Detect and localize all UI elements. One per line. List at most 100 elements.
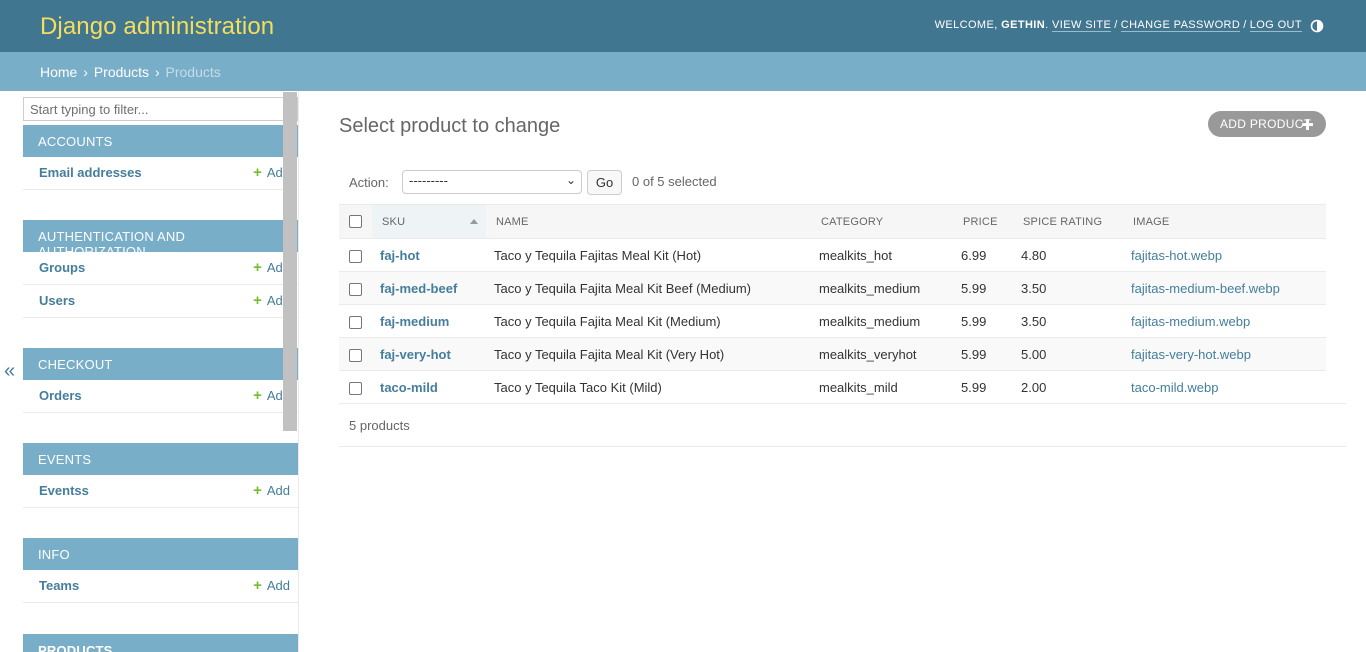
module-caption[interactable]: EVENTS <box>23 443 298 475</box>
image-link[interactable]: taco-mild.webp <box>1131 380 1218 395</box>
sidebar-item-users: Users + Add <box>23 285 298 318</box>
table-row: faj-med-beef Taco y Tequila Fajita Meal … <box>339 271 1326 305</box>
column-header-sku[interactable]: SKU <box>372 204 486 239</box>
sort-ascending-icon[interactable] <box>470 219 478 224</box>
row-checkbox[interactable] <box>349 348 362 362</box>
row-checkbox[interactable] <box>349 282 362 296</box>
add-team-link[interactable]: + Add <box>253 578 290 593</box>
column-header-name[interactable]: NAME <box>486 204 811 239</box>
nav-filter-input[interactable] <box>23 97 298 121</box>
plus-icon: + <box>253 577 262 594</box>
module-products: PRODUCTS <box>23 634 298 652</box>
cell-spice-rating: 3.50 <box>1013 304 1123 338</box>
cell-name: Taco y Tequila Fajita Meal Kit (Very Hot… <box>486 337 811 371</box>
breadcrumb-current: Products <box>165 64 221 80</box>
cell-category: mealkits_hot <box>811 238 953 272</box>
image-link[interactable]: fajitas-medium-beef.webp <box>1131 281 1280 296</box>
add-event-link[interactable]: + Add <box>253 483 290 498</box>
paginator: 5 products <box>339 403 1346 447</box>
row-checkbox[interactable] <box>349 381 362 395</box>
module-events: EVENTS Eventss + Add <box>23 443 298 508</box>
action-label: Action: <box>349 175 389 190</box>
module-authentication: AUTHENTICATION AND AUTHORIZATION Groups … <box>23 220 298 318</box>
row-checkbox[interactable] <box>349 315 362 329</box>
cell-name: Taco y Tequila Fajita Meal Kit (Medium) <box>486 304 811 338</box>
module-checkout: CHECKOUT Orders + Add <box>23 348 298 413</box>
plus-icon: + <box>253 292 262 309</box>
breadcrumb-app[interactable]: Products <box>94 64 149 80</box>
sidebar-item-orders: Orders + Add <box>23 380 298 413</box>
select-all-checkbox[interactable] <box>349 215 362 228</box>
select-all-column <box>339 204 372 239</box>
module-accounts: ACCOUNTS Email addresses + Add <box>23 125 298 190</box>
table-row: faj-hot Taco y Tequila Fajitas Meal Kit … <box>339 238 1326 272</box>
image-link[interactable]: fajitas-medium.webp <box>1131 314 1250 329</box>
nav-sidebar: ACCOUNTS Email addresses +Add AUTHENTICA… <box>22 91 299 652</box>
cell-spice-rating: 3.50 <box>1013 271 1123 305</box>
view-site-link[interactable]: VIEW SITE <box>1052 19 1112 32</box>
plus-icon: ✚ <box>1301 117 1314 134</box>
sku-link[interactable]: faj-very-hot <box>380 347 451 362</box>
breadcrumb-home[interactable]: Home <box>40 64 77 80</box>
module-info: INFO Teams + Add <box>23 538 298 603</box>
cell-name: Taco y Tequila Fajita Meal Kit Beef (Med… <box>486 271 811 305</box>
cell-category: mealkits_medium <box>811 304 953 338</box>
add-product-button[interactable]: ADD PRODUCT ✚ <box>1208 111 1326 137</box>
sidebar-scrollbar[interactable] <box>283 92 297 431</box>
model-link[interactable]: Eventss <box>39 483 89 498</box>
go-button[interactable]: Go <box>587 170 622 195</box>
sidebar-item-teams: Teams + Add <box>23 570 298 603</box>
action-select[interactable]: --------- ⌄ <box>402 170 582 194</box>
model-link[interactable]: Groups <box>39 260 85 275</box>
column-header-spice-rating[interactable]: SPICE RATING <box>1013 204 1123 239</box>
column-header-price[interactable]: PRICE <box>953 204 1013 239</box>
change-password-link[interactable]: CHANGE PASSWORD <box>1120 19 1241 32</box>
column-header-image[interactable]: IMAGE <box>1123 204 1326 239</box>
model-link[interactable]: Teams <box>39 578 79 593</box>
page-title: Select product to change <box>339 115 561 137</box>
chevron-down-icon: ⌄ <box>565 173 576 187</box>
model-link[interactable]: Orders <box>39 388 82 403</box>
cell-category: mealkits_mild <box>811 370 953 404</box>
result-table: SKU NAME CATEGORY PRICE SPICE RATING IMA… <box>339 204 1326 404</box>
theme-toggle-icon[interactable] <box>1310 19 1324 33</box>
site-title[interactable]: Django administration <box>40 13 274 41</box>
username: GETHIN <box>1001 19 1046 31</box>
cell-price: 5.99 <box>953 304 1013 338</box>
welcome-text: WELCOME, <box>934 19 998 31</box>
table-row: faj-medium Taco y Tequila Fajita Meal Ki… <box>339 304 1326 338</box>
cell-price: 5.99 <box>953 370 1013 404</box>
plus-icon: + <box>253 482 262 499</box>
module-caption[interactable]: CHECKOUT <box>23 348 298 380</box>
sku-link[interactable]: faj-hot <box>380 248 420 263</box>
table-row: faj-very-hot Taco y Tequila Fajita Meal … <box>339 337 1326 371</box>
site-header: Django administration WELCOME, GETHIN. V… <box>0 0 1366 52</box>
cell-price: 6.99 <box>953 238 1013 272</box>
cell-category: mealkits_medium <box>811 271 953 305</box>
column-header-category[interactable]: CATEGORY <box>811 204 953 239</box>
image-link[interactable]: fajitas-very-hot.webp <box>1131 347 1251 362</box>
module-caption[interactable]: PRODUCTS <box>23 634 298 652</box>
sku-link[interactable]: faj-medium <box>380 314 449 329</box>
sku-link[interactable]: faj-med-beef <box>380 281 457 296</box>
cell-price: 5.99 <box>953 337 1013 371</box>
model-link[interactable]: Email addresses <box>39 165 142 180</box>
cell-spice-rating: 2.00 <box>1013 370 1123 404</box>
user-tools: WELCOME, GETHIN. VIEW SITE / CHANGE PASSWO… <box>934 19 1302 32</box>
row-checkbox[interactable] <box>349 249 362 263</box>
module-caption[interactable]: INFO <box>23 538 298 570</box>
sidebar-item-eventss: Eventss + Add <box>23 475 298 508</box>
cell-spice-rating: 5.00 <box>1013 337 1123 371</box>
cell-spice-rating: 4.80 <box>1013 238 1123 272</box>
image-link[interactable]: fajitas-hot.webp <box>1131 248 1222 263</box>
log-out-link[interactable]: LOG OUT <box>1249 19 1302 32</box>
cell-price: 5.99 <box>953 271 1013 305</box>
toggle-nav-sidebar-button[interactable]: « <box>4 360 15 383</box>
plus-icon: + <box>253 164 262 181</box>
cell-name: Taco y Tequila Fajitas Meal Kit (Hot) <box>486 238 811 272</box>
sku-link[interactable]: taco-mild <box>380 380 438 395</box>
module-caption[interactable]: ACCOUNTS <box>23 125 298 157</box>
module-caption[interactable]: AUTHENTICATION AND AUTHORIZATION <box>23 220 298 259</box>
plus-icon: + <box>253 387 262 404</box>
model-link[interactable]: Users <box>39 293 75 308</box>
